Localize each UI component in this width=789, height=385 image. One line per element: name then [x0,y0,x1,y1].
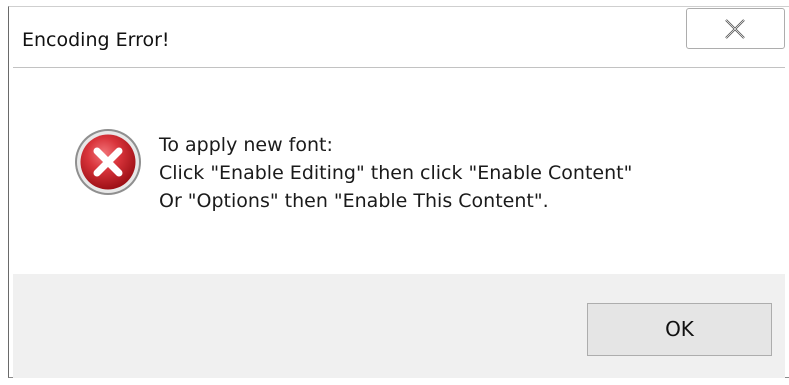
close-button[interactable] [686,8,785,49]
title-bar[interactable]: Encoding Error! [9,7,789,67]
dialog-title: Encoding Error! [22,29,170,51]
message-line: To apply new font: [159,134,333,156]
close-icon [725,19,745,39]
message-area: To apply new font: Click "Enable Editing… [13,67,785,274]
error-message: To apply new font: Click "Enable Editing… [159,131,632,215]
message-line: Or "Options" then "Enable This Content". [159,190,549,212]
encoding-error-dialog: Encoding Error! To apply new font: Click… [8,6,789,378]
ok-button[interactable]: OK [587,303,772,356]
screen: Encoding Error! To apply new font: Click… [0,0,789,385]
message-line: Click "Enable Editing" then click "Enabl… [159,162,633,184]
button-bar: OK [13,274,785,378]
error-icon [75,129,141,195]
